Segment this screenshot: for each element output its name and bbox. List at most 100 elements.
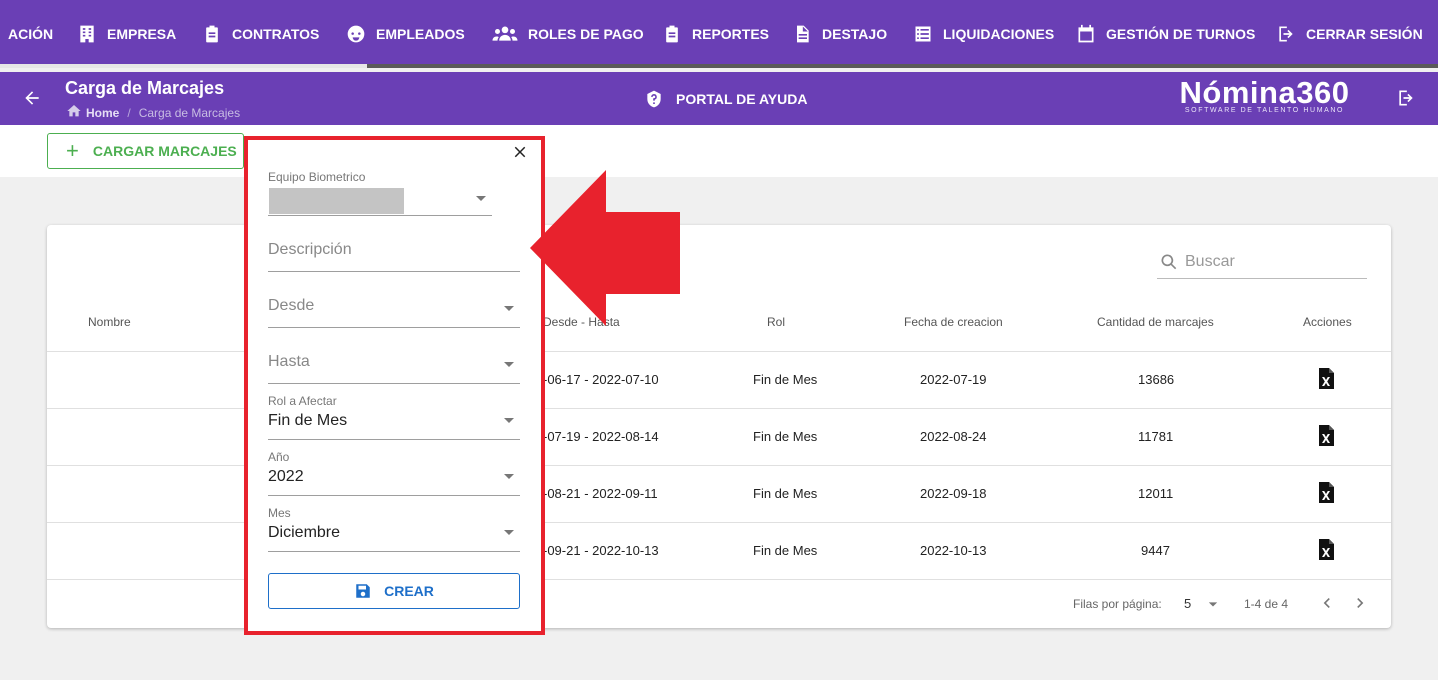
nav-item-empresa[interactable]: EMPRESA — [75, 20, 176, 48]
excel-file-icon[interactable] — [1318, 425, 1334, 446]
chevron-down-icon — [476, 196, 486, 201]
search-field[interactable]: Buscar — [1157, 245, 1367, 279]
equipo-biometrico-redacted-value — [269, 188, 404, 214]
save-icon — [356, 584, 370, 598]
nav-item-empleados[interactable]: EMPLEADOS — [344, 20, 465, 48]
cell-fecha: 2022-08-24 — [920, 429, 987, 444]
nav-item-gestion-de-turnos[interactable]: GESTIÓN DE TURNOS — [1074, 20, 1255, 48]
back-arrow-icon[interactable] — [22, 88, 42, 108]
cell-fecha: 2022-07-19 — [920, 372, 987, 387]
breadcrumb-home[interactable]: Home — [86, 106, 119, 120]
column-header-rol[interactable]: Rol — [767, 315, 785, 329]
calendar-icon — [1074, 22, 1098, 46]
nav-item-liquidaciones[interactable]: LIQUIDACIONES — [911, 20, 1054, 48]
cell-desde-hasta: -09-21 - 2022-10-13 — [543, 543, 659, 558]
previous-page-icon[interactable] — [1317, 593, 1337, 613]
column-header-acciones: Acciones — [1303, 315, 1352, 329]
list-icon — [911, 22, 935, 46]
chevron-down-icon — [504, 306, 514, 311]
equipo-biometrico-select[interactable]: Equipo Biometrico — [268, 168, 492, 216]
search-placeholder: Buscar — [1185, 252, 1235, 270]
descripcion-placeholder: Descripción — [268, 241, 352, 258]
nav-item-contratos[interactable]: CONTRATOS — [200, 20, 319, 48]
descripcion-field[interactable]: Descripción — [268, 236, 520, 272]
logout-icon[interactable] — [1396, 88, 1416, 108]
cell-cantidad: 11781 — [1138, 429, 1174, 444]
nav-item-label: CONTRATOS — [232, 26, 320, 42]
chevron-down-icon[interactable] — [1203, 594, 1219, 610]
nav-progress-fill — [0, 64, 367, 68]
nav-item-destajo[interactable]: DESTAJO — [790, 20, 887, 48]
hasta-date-field[interactable]: Hasta — [268, 348, 520, 384]
nav-item-label: CERRAR SESIÓN — [1306, 26, 1423, 42]
face-icon — [344, 22, 368, 46]
toolbar: + CARGAR MARCAJES — [0, 125, 1438, 177]
search-icon — [1161, 254, 1177, 269]
cell-fecha: 2022-09-18 — [920, 486, 987, 501]
logout-icon — [1274, 22, 1298, 46]
building-icon — [75, 22, 99, 46]
column-header-nombre[interactable]: Nombre — [88, 315, 131, 329]
help-portal-link[interactable]: PORTAL DE AYUDA — [644, 89, 807, 109]
nav-item-label: LIQUIDACIONES — [943, 26, 1055, 42]
red-arrow-annotation — [530, 170, 680, 326]
sub-header: Carga de Marcajes Home / Carga de Marcaj… — [0, 72, 1438, 125]
cell-rol: Fin de Mes — [753, 543, 818, 558]
nav-item-configuracion[interactable]: ACIÓN — [8, 20, 53, 48]
nav-item-cerrar-sesion[interactable]: CERRAR SESIÓN — [1274, 20, 1423, 48]
cell-fecha: 2022-10-13 — [920, 543, 987, 558]
nav-item-reportes[interactable]: REPORTES — [660, 20, 769, 48]
rol-a-afectar-select[interactable]: Rol a Afectar Fin de Mes — [268, 392, 520, 440]
excel-file-icon[interactable] — [1318, 368, 1334, 389]
nav-item-roles-de-pago[interactable]: ROLES DE PAGO — [490, 20, 644, 48]
clipboard-icon — [200, 22, 224, 46]
cargar-marcajes-label: CARGAR MARCAJES — [92, 143, 237, 159]
help-label: PORTAL DE AYUDA — [676, 91, 808, 107]
crear-label: CREAR — [384, 583, 434, 599]
breadcrumb: Home / Carga de Marcajes — [66, 103, 240, 122]
excel-file-icon[interactable] — [1318, 539, 1334, 560]
rol-a-afectar-value: Fin de Mes — [268, 412, 348, 429]
logo-tagline: SOFTWARE DE TALENTO HUMANO — [1184, 107, 1345, 114]
anio-value: 2022 — [268, 468, 304, 485]
nav-item-label: GESTIÓN DE TURNOS — [1106, 26, 1256, 42]
nav-item-label: ROLES DE PAGO — [528, 26, 644, 42]
crear-marcaje-dialog: Equipo Biometrico Descripción Desde Hast… — [244, 136, 545, 635]
mes-label: Mes — [268, 506, 291, 520]
chevron-down-icon — [504, 530, 514, 535]
document-icon — [790, 22, 814, 46]
crear-button[interactable]: CREAR — [268, 573, 520, 609]
rol-a-afectar-label: Rol a Afectar — [268, 394, 337, 408]
rows-per-page-select[interactable]: 5 — [1184, 596, 1191, 611]
breadcrumb-current: Carga de Marcajes — [138, 105, 241, 120]
nav-item-label: ACIÓN — [8, 26, 54, 42]
home-icon[interactable] — [66, 103, 82, 122]
cell-rol: Fin de Mes — [753, 372, 818, 387]
column-header-fecha-creacion[interactable]: Fecha de creacion — [904, 315, 1003, 329]
desde-date-field[interactable]: Desde — [268, 292, 520, 328]
pagination-range: 1-4 de 4 — [1244, 597, 1289, 611]
hasta-placeholder: Hasta — [268, 353, 310, 370]
chevron-down-icon — [504, 362, 514, 367]
column-header-cantidad[interactable]: Cantidad de marcajes — [1097, 315, 1214, 329]
excel-file-icon[interactable] — [1318, 482, 1334, 503]
cargar-marcajes-button[interactable]: + CARGAR MARCAJES — [47, 133, 244, 169]
desde-placeholder: Desde — [268, 297, 315, 314]
close-icon[interactable] — [511, 143, 529, 161]
cell-rol: Fin de Mes — [753, 429, 818, 444]
help-icon — [647, 90, 661, 108]
mes-select[interactable]: Mes Diciembre — [268, 504, 520, 552]
chevron-down-icon — [504, 474, 514, 479]
mes-value: Diciembre — [268, 524, 341, 541]
anio-label: Año — [268, 450, 290, 464]
cell-cantidad: 13686 — [1138, 372, 1175, 387]
logo-name: Nómina360 — [1179, 75, 1350, 110]
nav-item-label: EMPLEADOS — [376, 26, 465, 42]
nav-item-label: EMPRESA — [107, 26, 177, 42]
cell-desde-hasta: -07-19 - 2022-08-14 — [543, 429, 659, 444]
chevron-down-icon — [504, 418, 514, 423]
cell-cantidad: 12011 — [1138, 486, 1174, 501]
anio-select[interactable]: Año 2022 — [268, 448, 520, 496]
next-page-icon[interactable] — [1350, 593, 1370, 613]
cell-desde-hasta: -06-17 - 2022-07-10 — [543, 372, 659, 387]
